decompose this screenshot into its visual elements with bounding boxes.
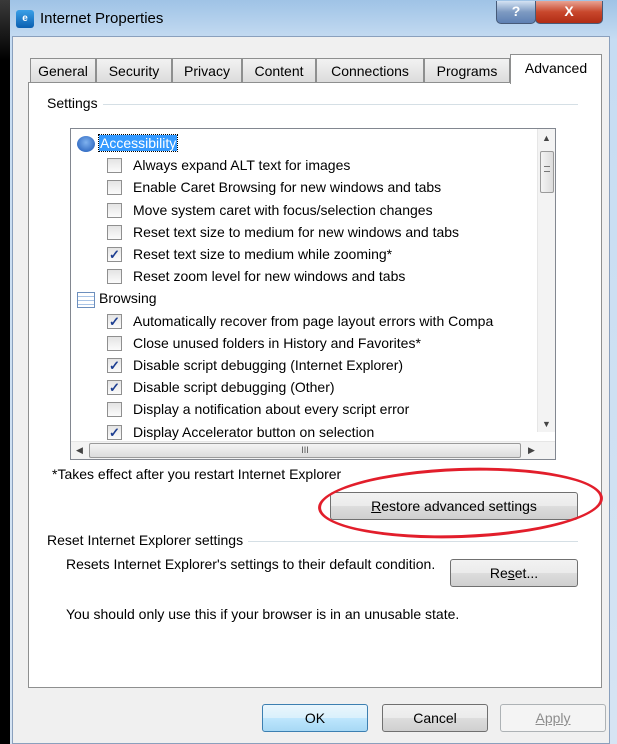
browsing-icon: [77, 291, 95, 308]
checkbox-unchecked-icon[interactable]: [107, 180, 122, 196]
scroll-right-icon[interactable]: ▶: [523, 445, 540, 456]
internet-properties-icon: e: [16, 10, 34, 28]
settings-option[interactable]: Close unused folders in History and Favo…: [107, 332, 421, 354]
reset-description: Resets Internet Explorer's settings to t…: [66, 556, 436, 572]
settings-option[interactable]: Always expand ALT text for images: [107, 154, 350, 176]
settings-category-browsing[interactable]: Browsing: [77, 287, 157, 309]
background-edge: [0, 0, 10, 744]
checkbox-checked-icon[interactable]: [107, 355, 122, 377]
settings-option[interactable]: Reset text size to medium for new window…: [107, 221, 459, 243]
close-button[interactable]: X: [535, 1, 603, 24]
settings-option-label: Disable script debugging (Other): [133, 379, 335, 396]
help-button[interactable]: ?: [496, 1, 536, 24]
apply-button-label: Apply: [535, 710, 571, 726]
settings-option[interactable]: Automatically recover from page layout e…: [107, 310, 494, 333]
settings-option[interactable]: Display a notification about every scrip…: [107, 398, 409, 420]
settings-option[interactable]: Display Accelerator button on selection: [107, 421, 375, 444]
settings-group-label: Settings: [42, 95, 103, 111]
tab-security[interactable]: Security: [96, 58, 172, 82]
tab-programs[interactable]: Programs: [424, 58, 510, 82]
settings-option[interactable]: Reset text size to medium while zooming*: [107, 243, 393, 266]
checkbox-unchecked-icon[interactable]: [107, 269, 122, 285]
settings-option-label: Automatically recover from page layout e…: [133, 312, 494, 329]
settings-group-line: [44, 104, 578, 105]
scroll-down-icon[interactable]: ▼: [538, 419, 555, 429]
scroll-left-icon[interactable]: ◀: [71, 445, 88, 456]
settings-option-label: Always expand ALT text for images: [133, 157, 351, 174]
checkbox-unchecked-icon[interactable]: [107, 202, 122, 218]
checkbox-unchecked-icon[interactable]: [107, 335, 122, 351]
checkbox-checked-icon[interactable]: [107, 244, 122, 266]
window-title: Internet Properties: [40, 10, 164, 27]
vertical-scroll-thumb[interactable]: [540, 151, 554, 193]
settings-option-label: Move system caret with focus/selection c…: [133, 201, 433, 218]
checkbox-unchecked-icon[interactable]: [107, 158, 122, 174]
checkbox-checked-icon[interactable]: [107, 311, 122, 333]
settings-option-label: Reset text size to medium for new window…: [133, 223, 460, 240]
settings-category-label: Browsing: [99, 290, 157, 307]
tab-general[interactable]: General: [30, 58, 96, 82]
settings-option-label: Display a notification about every scrip…: [133, 401, 410, 418]
tab-advanced[interactable]: Advanced: [510, 54, 602, 84]
horizontal-scroll-thumb[interactable]: III: [89, 443, 521, 458]
settings-option[interactable]: Move system caret with focus/selection c…: [107, 199, 433, 221]
accessibility-icon: [77, 136, 95, 153]
checkbox-unchecked-icon[interactable]: [107, 224, 122, 240]
checkbox-checked-icon[interactable]: [107, 377, 122, 399]
restart-footnote: *Takes effect after you restart Internet…: [52, 466, 342, 482]
vertical-scrollbar[interactable]: ▲ ▼: [537, 129, 555, 432]
settings-list[interactable]: Accessibility Always expand ALT text for …: [70, 128, 556, 460]
settings-option-label: Disable script debugging (Internet Explo…: [133, 357, 404, 373]
tab-content[interactable]: Content: [242, 58, 316, 82]
ok-button[interactable]: OK: [262, 704, 368, 732]
reset-button[interactable]: Reset...: [450, 559, 578, 587]
settings-option[interactable]: Enable Caret Browsing for new windows an…: [107, 176, 441, 198]
settings-category-accessibility[interactable]: Accessibility: [77, 132, 179, 154]
horizontal-scrollbar[interactable]: ◀ III ▶: [71, 441, 555, 459]
checkbox-unchecked-icon[interactable]: [107, 402, 122, 418]
settings-option[interactable]: Disable script debugging (Internet Explo…: [107, 354, 404, 377]
settings-option-label: Display Accelerator button on selection: [133, 423, 375, 440]
tab-connections[interactable]: Connections: [316, 58, 424, 82]
checkbox-checked-icon[interactable]: [107, 422, 122, 444]
reset-button-label: Reset...: [489, 565, 539, 581]
settings-category-label: Accessibility: [97, 134, 179, 152]
settings-option-label: Reset text size to medium while zooming*: [133, 246, 393, 262]
settings-option-label: Close unused folders in History and Favo…: [133, 334, 421, 351]
settings-option-label: Enable Caret Browsing for new windows an…: [133, 179, 442, 196]
reset-warning: You should only use this if your browser…: [66, 606, 460, 622]
settings-option[interactable]: Reset zoom level for new windows and tab…: [107, 265, 405, 287]
apply-button[interactable]: Apply: [500, 704, 606, 732]
cancel-button[interactable]: Cancel: [382, 704, 488, 732]
scroll-up-icon[interactable]: ▲: [538, 133, 555, 143]
settings-option[interactable]: Disable script debugging (Other): [107, 376, 335, 399]
tab-privacy[interactable]: Privacy: [172, 58, 242, 82]
reset-group-label: Reset Internet Explorer settings: [42, 532, 249, 548]
settings-option-label: Reset zoom level for new windows and tab…: [133, 268, 406, 285]
